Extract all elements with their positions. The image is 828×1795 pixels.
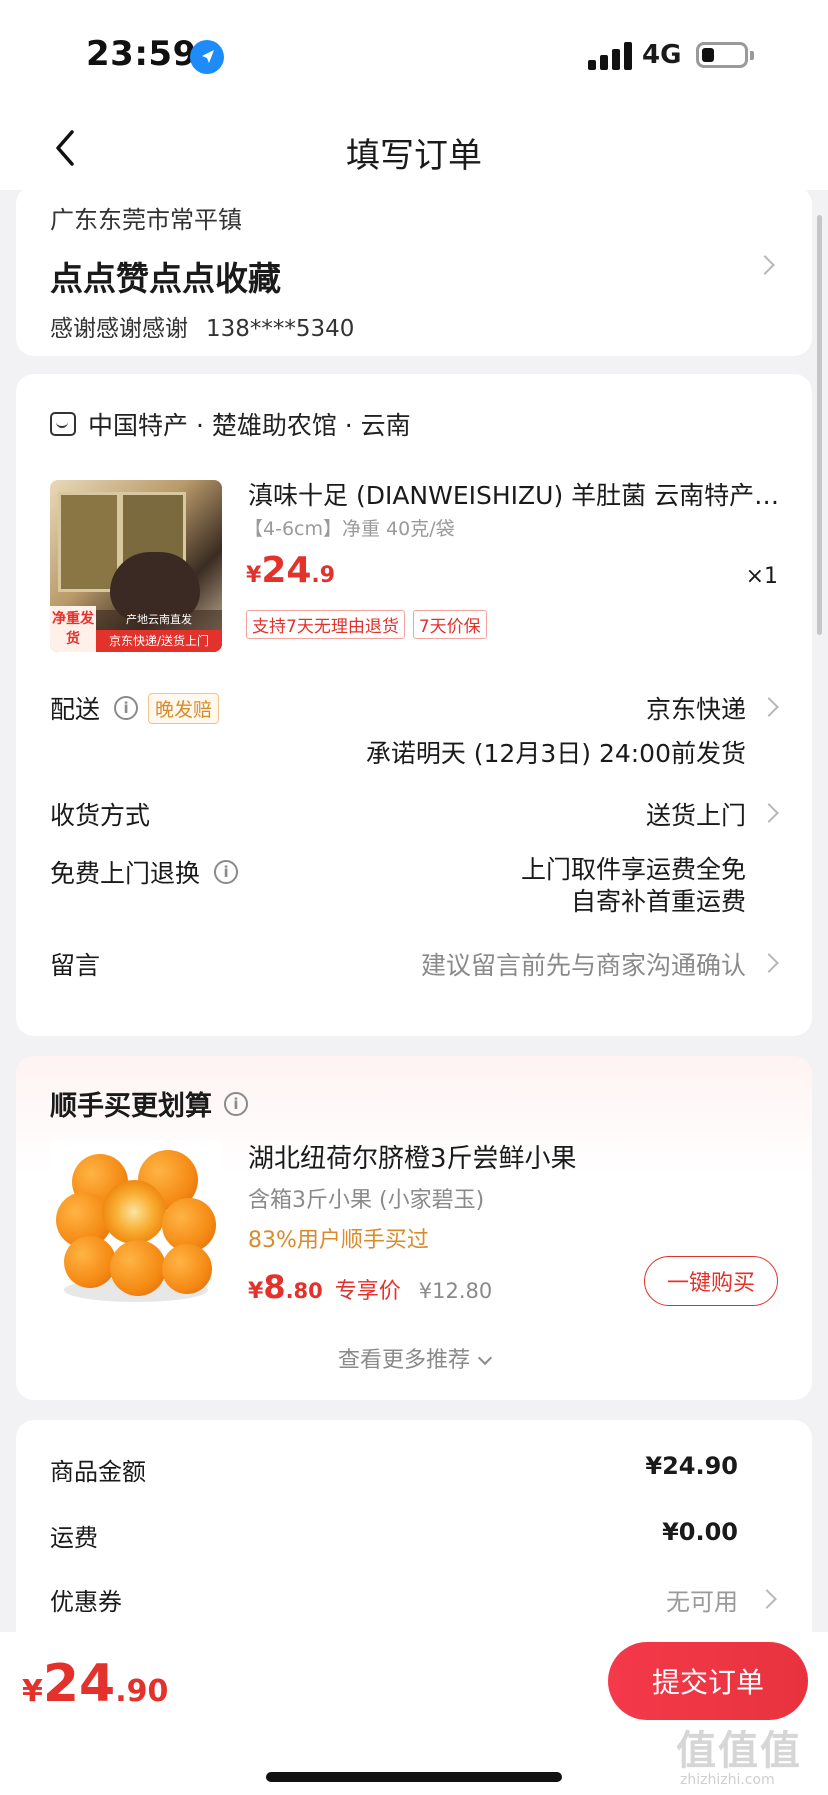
order-total: ¥24.90 xyxy=(22,1654,168,1714)
address-detail: 点点赞点点收藏 xyxy=(50,259,281,298)
chevron-down-icon xyxy=(477,1350,493,1366)
note-label: 留言 xyxy=(50,951,101,980)
goods-amount-value: ¥24.90 xyxy=(645,1452,738,1480)
info-icon[interactable] xyxy=(214,860,239,884)
see-more-recommendations[interactable]: 查看更多推荐 xyxy=(16,1342,812,1374)
total-decimal: .90 xyxy=(115,1674,169,1709)
product-tags: 支持7天无理由退货 7天价保 xyxy=(246,610,487,639)
network-type: 4G xyxy=(642,40,682,70)
product-image-badge: 净重发货 xyxy=(50,606,96,652)
navigation-bar: 填写订单 xyxy=(0,110,828,190)
free-return-label: 免费上门退换 xyxy=(50,859,201,888)
free-return-value: 上门取件享运费全免 自寄补首重运费 xyxy=(521,854,746,918)
status-time: 23:59 xyxy=(86,34,197,74)
chevron-right-icon xyxy=(759,697,779,717)
delivery-carrier: 京东快递 xyxy=(645,695,746,724)
info-icon[interactable] xyxy=(224,1091,248,1116)
price-decimal: .80 xyxy=(285,1279,323,1303)
coupon-value: 无可用 xyxy=(666,1588,738,1616)
chevron-right-icon xyxy=(755,255,775,275)
delivery-label-group: 配送 晚发赔 xyxy=(50,690,220,726)
receive-method-row[interactable]: 收货方式 送货上门 xyxy=(50,796,779,832)
home-indicator[interactable] xyxy=(266,1772,562,1782)
info-icon[interactable] xyxy=(114,696,139,720)
product-image-ship-label: 京东快递/送货上门 xyxy=(96,630,222,652)
exclusive-price-label: 专享价 xyxy=(334,1279,401,1304)
location-arrow-icon xyxy=(190,40,224,74)
battery-icon xyxy=(696,42,754,68)
free-return-row: 免费上门退换 上门取件享运费全免 自寄补首重运费 xyxy=(50,854,778,934)
total-currency: ¥ xyxy=(22,1674,43,1709)
checkout-bar: ¥24.90 提交订单 值值值 zhizhizhi.com xyxy=(0,1632,828,1795)
free-return-label-group: 免费上门退换 xyxy=(50,854,239,890)
recommendation-spec: 含箱3斤小果 (小家碧玉) xyxy=(248,1188,485,1213)
product-price: ¥24.9 xyxy=(246,550,335,591)
product-title[interactable]: 滇味十足 (DIANWEISHIZU) 羊肚菌 云南特产羊肚菌 xyxy=(248,476,788,512)
receive-method-label: 收货方式 xyxy=(50,801,151,830)
watermark-site: zhizhizhi.com xyxy=(680,1772,775,1788)
chevron-right-icon xyxy=(759,803,779,823)
delivery-value: 京东快递 承诺明天 (12月3日) 24:00前发货 xyxy=(366,690,746,770)
free-return-line1: 上门取件享运费全免 xyxy=(520,855,746,884)
tag-return-policy: 支持7天无理由退货 xyxy=(246,610,405,639)
recommendation-rate: 83%用户顺手买过 xyxy=(248,1228,429,1253)
price-integer: 8 xyxy=(263,1268,286,1306)
price-currency: ¥ xyxy=(248,1279,264,1304)
tag-price-protect: 7天价保 xyxy=(412,610,487,639)
chevron-right-icon xyxy=(759,953,779,973)
product-spec: 【4-6cm】净重 40克/袋 xyxy=(244,518,455,540)
receive-method-value: 送货上门 xyxy=(645,801,746,830)
original-price: ¥12.80 xyxy=(418,1279,493,1303)
product-quantity: ×1 xyxy=(745,564,778,589)
store-header[interactable]: 中国特产 · 楚雄助农馆 · 云南 xyxy=(50,406,411,442)
note-placeholder[interactable]: 建议留言前先与商家沟通确认 xyxy=(421,946,746,982)
product-image[interactable]: 产地云南直发 净重发货 京东快递/送货上门 xyxy=(50,480,222,652)
price-integer: 24 xyxy=(261,550,312,591)
delivery-label: 配送 xyxy=(50,695,101,724)
recommendation-card: 顺手买更划算 湖北纽荷尔脐橙3斤尝鲜小果 含箱3斤小果 (小家碧玉) 83%用户… xyxy=(16,1056,812,1400)
delivery-row[interactable]: 配送 晚发赔 京东快递 承诺明天 (12月3日) 24:00前发货 xyxy=(50,690,779,770)
store-icon xyxy=(50,412,76,436)
price-decimal: .9 xyxy=(311,563,336,588)
store-name: 中国特产 · 楚雄助农馆 · 云南 xyxy=(88,411,411,440)
price-currency: ¥ xyxy=(246,563,262,588)
shipping-fee-value: ¥0.00 xyxy=(662,1518,738,1546)
free-return-line2: 自寄补首重运费 xyxy=(570,887,746,916)
coupon-label: 优惠券 xyxy=(50,1588,122,1616)
address-card[interactable]: 广东东莞市常平镇 点点赞点点收藏 感谢感谢感谢 138****5340 xyxy=(16,186,812,356)
recommendation-product-name[interactable]: 湖北纽荷尔脐橙3斤尝鲜小果 xyxy=(248,1138,577,1175)
orange-product-image[interactable] xyxy=(50,1140,222,1312)
recommendation-title-group: 顺手买更划算 xyxy=(50,1084,248,1123)
scrollbar[interactable] xyxy=(817,215,822,635)
note-row[interactable]: 留言 建议留言前先与商家沟通确认 xyxy=(50,946,779,982)
status-bar: 23:59 4G xyxy=(0,0,828,110)
contact-phone: 138****5340 xyxy=(206,316,355,342)
see-more-label: 查看更多推荐 xyxy=(337,1348,470,1373)
watermark-logo: 值值值 xyxy=(676,1728,802,1774)
shipping-fee-label: 运费 xyxy=(50,1524,98,1552)
order-card: 中国特产 · 楚雄助农馆 · 云南 产地云南直发 净重发货 京东快递/送货上门 … xyxy=(16,374,812,1036)
recommendation-title: 顺手买更划算 xyxy=(50,1091,212,1122)
total-integer: 24 xyxy=(42,1654,116,1714)
late-compensation-badge: 晚发赔 xyxy=(148,692,220,724)
delivery-promise: 承诺明天 (12月3日) 24:00前发货 xyxy=(365,739,746,768)
submit-order-button[interactable]: 提交订单 xyxy=(608,1642,808,1720)
cellular-signal-icon xyxy=(588,42,632,70)
contact-name: 感谢感谢感谢 xyxy=(50,316,188,342)
address-contact: 感谢感谢感谢 138****5340 xyxy=(50,309,354,343)
address-region: 广东东莞市常平镇 xyxy=(50,206,242,234)
recommendation-price: ¥8.80 专享价 ¥12.80 xyxy=(248,1268,492,1306)
page-title: 填写订单 xyxy=(346,136,482,176)
goods-amount-label: 商品金额 xyxy=(50,1458,146,1486)
chevron-right-icon xyxy=(757,1589,777,1609)
one-click-buy-button[interactable]: 一键购买 xyxy=(644,1256,778,1306)
product-image-origin-label: 产地云南直发 xyxy=(96,610,222,630)
